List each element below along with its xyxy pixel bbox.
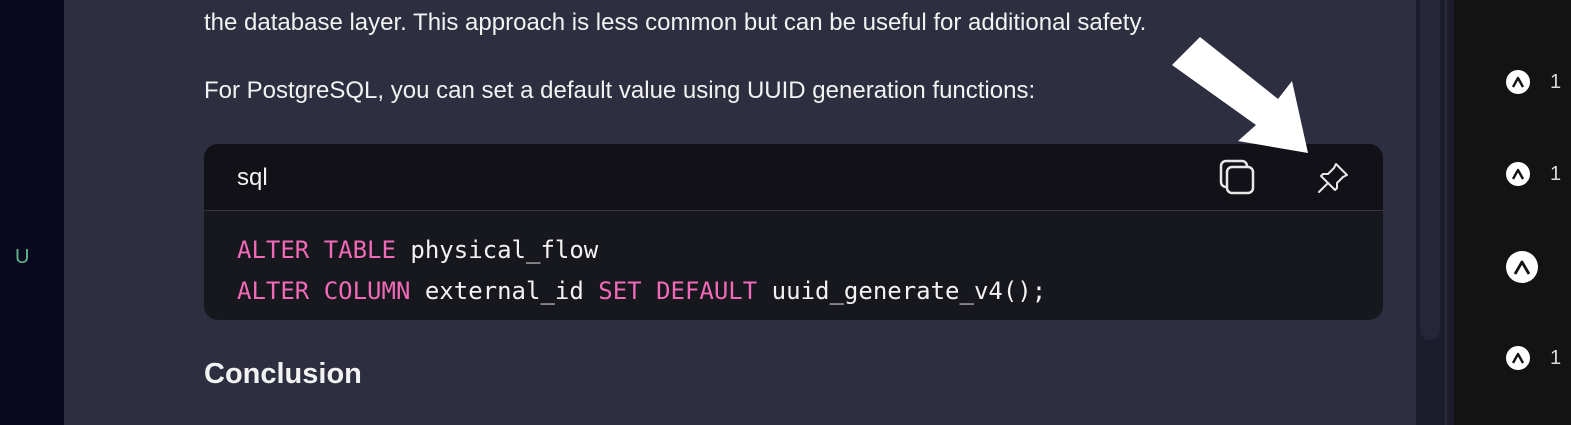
copy-code-button[interactable]	[1218, 158, 1258, 198]
annotation-arrow	[1172, 37, 1308, 153]
vote-count: 1	[1550, 162, 1562, 185]
code-text: physical_flow	[395, 236, 599, 264]
vote-count: 1	[1550, 346, 1562, 369]
rail-letter: U	[15, 246, 30, 268]
sql-keyword: DEFAULT	[656, 277, 758, 305]
sql-keyword: ALTER	[237, 277, 310, 305]
panel-divider	[1445, 0, 1447, 425]
right-panel: 1 1 1	[1454, 0, 1571, 425]
code-language-label: sql	[237, 164, 268, 191]
paragraph-text: the database layer. This approach is les…	[204, 9, 1147, 36]
vote-item[interactable]	[1506, 251, 1558, 283]
vote-item[interactable]: 1	[1506, 162, 1561, 186]
upvote-icon	[1506, 70, 1530, 94]
vote-item[interactable]: 1	[1506, 346, 1561, 370]
paragraph-text: For PostgreSQL, you can set a default va…	[204, 77, 1036, 104]
copy-icon	[1219, 159, 1255, 195]
left-rail: U	[0, 0, 64, 425]
pin-icon	[1318, 163, 1348, 193]
code-text: uuid_generate_v4();	[757, 277, 1047, 305]
code-text: external_id	[410, 277, 599, 305]
sql-keyword: SET	[598, 277, 642, 305]
scrollbar[interactable]	[1420, 0, 1440, 340]
code-content: ALTER TABLE physical_flow ALTER COLUMN ex…	[237, 230, 1046, 312]
sql-keyword: ALTER	[237, 236, 310, 264]
sql-keyword: COLUMN	[323, 277, 411, 305]
upvote-icon	[1506, 251, 1538, 283]
vote-count: 1	[1550, 70, 1562, 93]
code-line: ALTER COLUMN external_id SET DEFAULT uui…	[237, 271, 1046, 312]
code-line: ALTER TABLE physical_flow	[237, 230, 1046, 271]
section-heading: Conclusion	[204, 358, 362, 390]
pin-button[interactable]	[1315, 160, 1351, 196]
upvote-icon	[1506, 346, 1530, 370]
vote-item[interactable]: 1	[1506, 70, 1561, 94]
upvote-icon	[1506, 162, 1530, 186]
sql-keyword: TABLE	[323, 236, 396, 264]
code-block: sql ALTER TABLE physical_flow ALTER COLUM…	[204, 144, 1383, 320]
